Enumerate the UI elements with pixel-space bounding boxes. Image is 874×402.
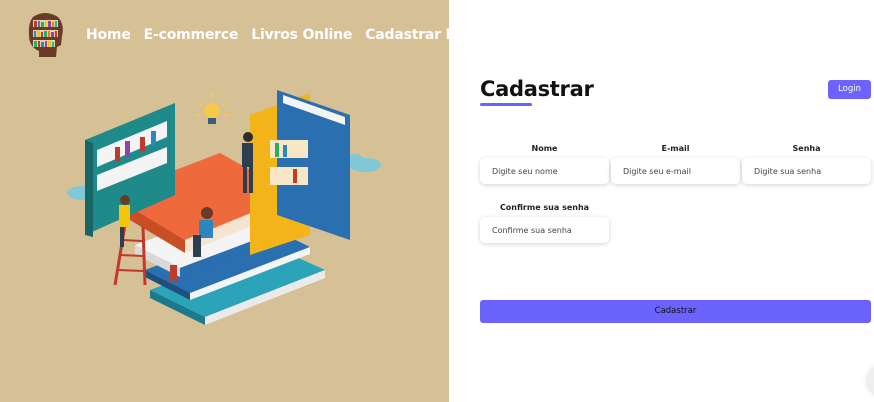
lightbulb-icon — [195, 93, 229, 124]
book-head-logo-icon[interactable] — [25, 11, 65, 61]
name-input[interactable] — [480, 158, 609, 184]
nav-link-home[interactable]: Home — [86, 27, 131, 43]
main-nav: Home E-commerce Livros Online Cadastrar … — [86, 27, 449, 43]
confirm-password-field-group: Confirme sua senha — [480, 203, 609, 243]
email-field-group: E-mail — [611, 144, 740, 184]
register-button[interactable]: Cadastrar — [480, 300, 871, 323]
nav-link-ecommerce[interactable]: E-commerce — [144, 27, 239, 43]
login-button[interactable]: Login — [828, 80, 871, 99]
floating-widget[interactable] — [867, 366, 874, 396]
reading-books-illustration — [67, 90, 381, 325]
password-input[interactable] — [742, 158, 871, 184]
email-input[interactable] — [611, 158, 740, 184]
password-label: Senha — [792, 144, 821, 153]
name-label: Nome — [531, 144, 558, 153]
name-field-group: Nome — [480, 144, 609, 184]
page-title: Cadastrar — [480, 77, 594, 101]
title-underline — [480, 103, 532, 106]
nav-link-livros-online[interactable]: Livros Online — [251, 27, 352, 43]
confirm-password-input[interactable] — [480, 217, 609, 243]
confirm-password-label: Confirme sua senha — [499, 203, 590, 212]
hero-panel: Home E-commerce Livros Online Cadastrar … — [0, 0, 449, 402]
register-panel: Cadastrar Login Nome E-mail Senha Confir… — [449, 0, 874, 402]
nav-link-cadastrar-livro[interactable]: Cadastrar Livro — [365, 27, 449, 43]
email-label: E-mail — [661, 144, 690, 153]
password-field-group: Senha — [742, 144, 871, 184]
